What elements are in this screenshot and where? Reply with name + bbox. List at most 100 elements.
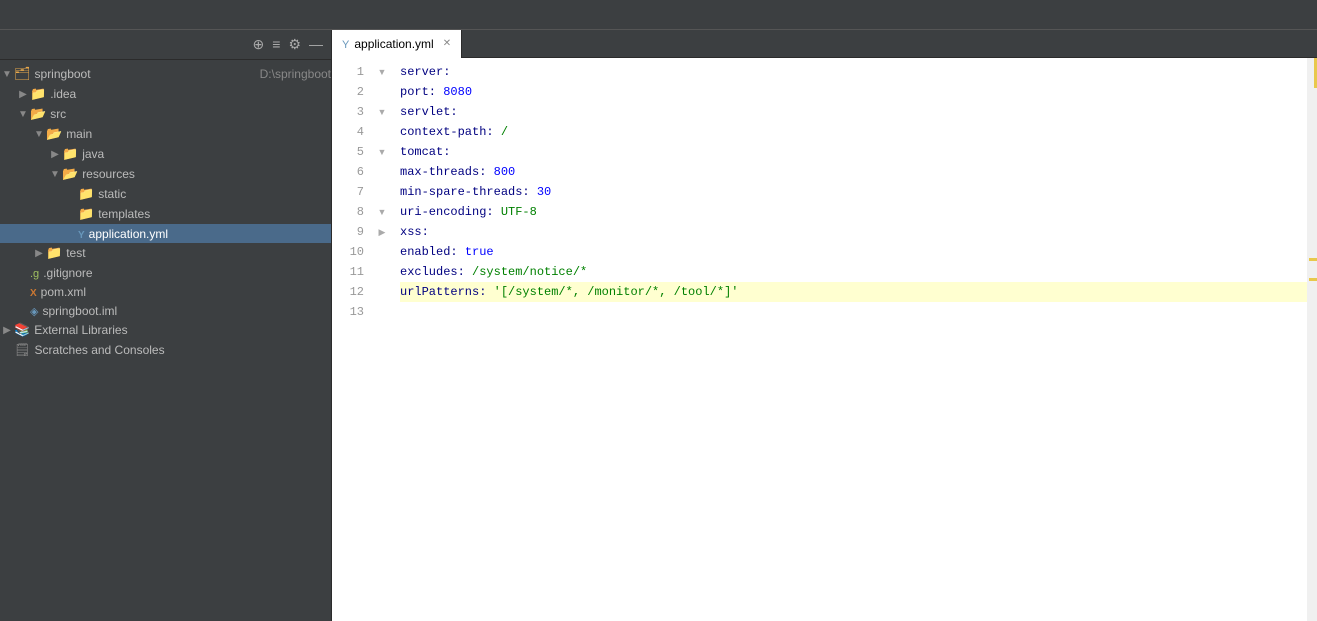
line-number: 2 [344, 82, 364, 102]
tree-item-pom-xml[interactable]: Xpom.xml [0, 282, 331, 301]
code-text: server: [400, 62, 1307, 82]
tree-item-external-libraries[interactable]: ▶📚 External Libraries [0, 320, 331, 340]
tree-item-label: pom.xml [41, 285, 331, 299]
editor-area: Yapplication.yml✕ 12345678910111213 ▼▼▼▼… [332, 30, 1317, 621]
tree-item-label: .idea [50, 87, 331, 101]
line-number: 11 [344, 262, 364, 282]
code-text: uri-encoding: UTF-8 [400, 202, 1307, 222]
tree-item-label: .gitignore [43, 266, 331, 280]
tree-arrow[interactable]: ▶ [48, 149, 62, 160]
tree-item-resources[interactable]: ▼📂resources [0, 164, 331, 184]
tree-item-java[interactable]: ▶📁 java [0, 144, 331, 164]
line-number: 13 [344, 302, 364, 322]
tree-item-label: java [82, 147, 331, 161]
tree-item-springboot-iml[interactable]: ◈ springboot.iml [0, 301, 331, 320]
line-number: 9 [344, 222, 364, 242]
code-text: tomcat: [400, 142, 1307, 162]
sidebar-header-icons: ⊕ ≡ ⚙ — [253, 36, 323, 53]
tree-item-suffix: D:\springboot [260, 67, 331, 81]
tree-item-icon: X [30, 284, 37, 299]
code-line: tomcat: [400, 142, 1307, 162]
line-number: 4 [344, 122, 364, 142]
tree-item-springboot-root[interactable]: ▼🗂 springboot D:\springboot [0, 64, 331, 84]
tree-item-icon: 📁 [78, 206, 94, 222]
tree-item-scratches-consoles[interactable]: 🗒Scratches and Consoles [0, 340, 331, 360]
tab-application-yml[interactable]: Yapplication.yml ✕ [332, 30, 462, 58]
fold-arrow[interactable]: ▼ [372, 62, 392, 82]
fold-arrow [372, 162, 392, 182]
tree-item-static[interactable]: 📁static [0, 184, 331, 204]
tree-arrow[interactable]: ▶ [16, 89, 30, 100]
sidebar-header: ⊕ ≡ ⚙ — [0, 30, 331, 60]
code-text: port: 8080 [400, 82, 1307, 102]
tree-item-templates[interactable]: 📁 templates [0, 204, 331, 224]
tree-item-main[interactable]: ▼📂 main [0, 124, 331, 144]
tree-item-test[interactable]: ▶📁test [0, 243, 331, 263]
scroll-from-source-icon[interactable]: ≡ [272, 36, 280, 53]
editor-marker [1309, 258, 1317, 261]
tree-item-label: resources [82, 167, 331, 181]
line-number: 8 [344, 202, 364, 222]
tree-item-label: templates [98, 207, 331, 221]
code-line: excludes: /system/notice/* [400, 262, 1307, 282]
code-line: max-threads: 800 [400, 162, 1307, 182]
fold-arrow[interactable]: ▼ [372, 142, 392, 162]
tree-item-label: static [98, 187, 331, 201]
tree-arrow[interactable]: ▼ [48, 169, 62, 180]
tab-close-button[interactable]: ✕ [443, 38, 451, 49]
tree-arrow[interactable]: ▶ [32, 248, 46, 259]
code-text: urlPatterns: '[/system/*, /monitor/*, /t… [400, 282, 1307, 302]
code-text: context-path: / [400, 122, 1307, 142]
fold-arrow[interactable]: ▼ [372, 102, 392, 122]
tree-item-icon: 📁 [46, 245, 62, 261]
tree-item-icon: .g [30, 265, 39, 280]
code-line: port: 8080 [400, 82, 1307, 102]
tree-arrow[interactable]: ▼ [16, 109, 30, 120]
tree-item-idea[interactable]: ▶📁 .idea [0, 84, 331, 104]
tree-item-src[interactable]: ▼📂 src [0, 104, 331, 124]
tree-arrow[interactable]: ▶ [0, 325, 14, 336]
tree-item-label: External Libraries [34, 323, 331, 337]
tree-item-icon: 📂 [46, 126, 62, 142]
code-text: enabled: true [400, 242, 1307, 262]
tree-item-label: springboot [35, 67, 256, 81]
line-number: 5 [344, 142, 364, 162]
tree-item-icon: 📁 [30, 86, 46, 102]
tree-item-icon: 📂 [30, 106, 46, 122]
editor-content[interactable]: 12345678910111213 ▼▼▼▼▶ server: port: 80… [332, 58, 1317, 621]
tree-arrow[interactable]: ▼ [32, 129, 46, 140]
code-line: uri-encoding: UTF-8 [400, 202, 1307, 222]
minimize-icon[interactable]: — [309, 36, 323, 53]
code-line: min-spare-threads: 30 [400, 182, 1307, 202]
line-number: 7 [344, 182, 364, 202]
tab-label: application.yml [354, 37, 433, 51]
tree-item-label: main [66, 127, 331, 141]
fold-arrow [372, 282, 392, 302]
code-text: min-spare-threads: 30 [400, 182, 1307, 202]
tree-item-icon: ◈ [30, 303, 38, 318]
line-number: 6 [344, 162, 364, 182]
code-text: xss: [400, 222, 1307, 242]
tree-item-icon: 🗂 [14, 66, 31, 82]
add-content-icon[interactable]: ⊕ [253, 36, 265, 53]
tree-item-icon: 📁 [62, 146, 78, 162]
tree-item-label: springboot.iml [42, 304, 331, 318]
gear-icon[interactable]: ⚙ [288, 36, 301, 53]
fold-arrow [372, 262, 392, 282]
code-line: context-path: / [400, 122, 1307, 142]
tree-arrow[interactable]: ▼ [0, 69, 14, 80]
code-text: servlet: [400, 102, 1307, 122]
code-line: enabled: true [400, 242, 1307, 262]
code-line [400, 302, 1307, 322]
tree-item-gitignore[interactable]: .g .gitignore [0, 263, 331, 282]
code-editor[interactable]: server: port: 8080 servlet: context-path… [392, 58, 1307, 621]
code-line: xss: [400, 222, 1307, 242]
tree-item-label: application.yml [89, 227, 331, 241]
fold-arrow[interactable]: ▶ [372, 222, 392, 242]
fold-arrow[interactable]: ▼ [372, 202, 392, 222]
tree-item-application-yml[interactable]: Yapplication.yml [0, 224, 331, 243]
line-numbers: 12345678910111213 [332, 58, 372, 621]
tree-item-icon: 📚 [14, 322, 30, 338]
tree-item-label: src [50, 107, 331, 121]
tab-file-icon: Y [342, 37, 349, 51]
